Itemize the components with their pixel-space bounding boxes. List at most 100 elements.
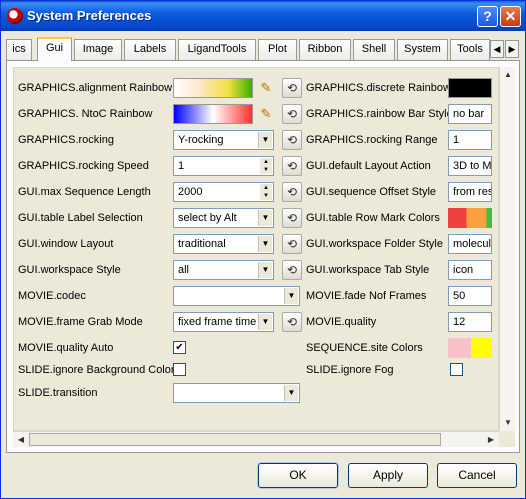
label-workspace-style: GUI.workspace Style — [18, 264, 121, 276]
chevron-down-icon[interactable]: ▼ — [258, 210, 272, 226]
spin-down-icon[interactable]: ▼ — [260, 192, 272, 200]
movie-codec-select[interactable]: ▼ — [173, 286, 300, 306]
tab-shell[interactable]: Shell — [353, 39, 395, 60]
label-movie-codec: MOVIE.codec — [18, 290, 86, 302]
label-rocking-range: GRAPHICS.rocking Range — [306, 134, 438, 146]
table-row-mark-colors-swatch[interactable] — [448, 208, 492, 228]
quality-auto-checkbox[interactable]: ✔ — [173, 341, 186, 354]
close-button[interactable]: ✕ — [500, 6, 521, 27]
chevron-down-icon[interactable]: ▼ — [284, 288, 298, 304]
horizontal-scroll-thumb[interactable] — [29, 433, 441, 446]
label-slide-transition: SLIDE.transition — [18, 387, 98, 399]
label-workspace-tab-style: GUI.workspace Tab Style — [306, 264, 430, 276]
label-ignore-background-color: SLIDE.ignore Background Color — [18, 364, 175, 376]
label-frame-grab-mode: MOVIE.frame Grab Mode — [18, 316, 143, 328]
default-layout-action-value: 3D to M — [453, 160, 492, 172]
chevron-down-icon[interactable]: ▼ — [258, 262, 272, 278]
help-button[interactable]: ? — [477, 6, 498, 27]
chevron-down-icon[interactable]: ▼ — [258, 314, 272, 330]
tab-strip: ics Gui Image Labels LigandTools Plot Ri… — [6, 37, 520, 61]
label-workspace-folder-style: GUI.workspace Folder Style — [306, 238, 443, 250]
scroll-up-icon[interactable]: ▲ — [500, 67, 516, 83]
site-colors-swatch[interactable] — [448, 338, 492, 358]
max-sequence-length-stepper[interactable]: 2000 ▲ ▼ — [173, 182, 274, 202]
movie-quality-value: 12 — [453, 316, 466, 328]
label-discrete-rainbow: GRAPHICS.discrete Rainbow — [306, 82, 451, 94]
cancel-button[interactable]: Cancel — [437, 463, 517, 488]
scroll-right-icon[interactable]: ▶ — [483, 432, 499, 448]
label-ignore-fog: SLIDE.ignore Fog — [306, 364, 394, 376]
reset-ntoc-rainbow-icon[interactable]: ⟲ — [282, 104, 302, 124]
reset-rocking-icon[interactable]: ⟲ — [282, 130, 302, 150]
workspace-tab-style-select[interactable]: icon — [448, 260, 492, 280]
fade-nof-frames-value: 50 — [453, 290, 466, 302]
chevron-down-icon[interactable]: ▼ — [258, 132, 272, 148]
tab-system[interactable]: System — [397, 39, 448, 60]
tab-graphics[interactable]: ics — [6, 39, 32, 60]
reset-frame-grab-mode-icon[interactable]: ⟲ — [282, 312, 302, 332]
max-sequence-length-value: 2000 — [178, 186, 203, 198]
edit-ntoc-rainbow-icon[interactable]: ✎ — [257, 105, 275, 123]
chevron-down-icon[interactable]: ▼ — [258, 236, 272, 252]
frame-grab-mode-select[interactable]: fixed frame time ▼ — [173, 312, 274, 332]
workspace-style-value: all — [178, 264, 190, 276]
reset-rocking-speed-icon[interactable]: ⟲ — [282, 156, 302, 176]
tab-scroll-right-icon[interactable]: ▶ — [505, 40, 519, 58]
tab-scroll-left-icon[interactable]: ◀ — [490, 40, 504, 58]
label-rocking-speed: GRAPHICS.rocking Speed — [18, 160, 149, 172]
sequence-offset-style-select[interactable]: from res — [448, 182, 492, 202]
table-label-selection-select[interactable]: select by Alt ▼ — [173, 208, 274, 228]
reset-window-layout-icon[interactable]: ⟲ — [282, 234, 302, 254]
spin-down-icon[interactable]: ▼ — [260, 166, 272, 174]
tab-ribbon[interactable]: Ribbon — [299, 39, 351, 60]
tab-gui[interactable]: Gui — [37, 37, 72, 61]
ignore-background-color-checkbox[interactable] — [173, 363, 186, 376]
spin-up-icon[interactable]: ▲ — [260, 184, 272, 192]
tab-ligandtools[interactable]: LigandTools — [178, 39, 256, 60]
alignment-rainbow-swatch[interactable] — [173, 78, 253, 98]
ntoc-rainbow-swatch[interactable] — [173, 104, 253, 124]
fade-nof-frames-stepper[interactable]: 50 — [448, 286, 492, 306]
vertical-scrollbar[interactable]: ▲ ▼ — [499, 67, 515, 431]
label-table-label-selection: GUI.table Label Selection — [18, 212, 143, 224]
workspace-folder-style-value: molecul — [453, 238, 491, 250]
edit-alignment-rainbow-icon[interactable]: ✎ — [257, 79, 275, 97]
tab-plot[interactable]: Plot — [258, 39, 297, 60]
workspace-folder-style-select[interactable]: molecul — [448, 234, 492, 254]
rocking-range-stepper[interactable]: 1 — [448, 130, 492, 150]
label-max-sequence-length: GUI.max Sequence Length — [18, 186, 151, 198]
rocking-speed-value: 1 — [178, 160, 185, 172]
spin-up-icon[interactable]: ▲ — [260, 158, 272, 166]
workspace-tab-style-value: icon — [453, 264, 474, 276]
label-site-colors: SEQUENCE.site Colors — [306, 342, 423, 354]
movie-quality-stepper[interactable]: 12 — [448, 312, 492, 332]
window-layout-value: traditional — [178, 238, 226, 250]
reset-max-sequence-length-icon[interactable]: ⟲ — [282, 182, 302, 202]
tab-image[interactable]: Image — [74, 39, 122, 60]
rocking-select[interactable]: Y-rocking ▼ — [173, 130, 274, 150]
reset-alignment-rainbow-icon[interactable]: ⟲ — [282, 78, 302, 98]
title-bar[interactable]: System Preferences ? ✕ — [1, 1, 525, 31]
ignore-fog-checkbox[interactable] — [450, 363, 463, 376]
default-layout-action-select[interactable]: 3D to M — [448, 156, 492, 176]
reset-workspace-style-icon[interactable]: ⟲ — [282, 260, 302, 280]
rainbow-bar-style-select[interactable]: no bar — [448, 104, 492, 124]
settings-area: GRAPHICS.alignment Rainbow ✎ GRAPHICS. N… — [13, 67, 499, 431]
window-layout-select[interactable]: traditional ▼ — [173, 234, 274, 254]
slide-transition-select[interactable]: ▼ — [173, 383, 300, 403]
tab-tools[interactable]: Tools — [450, 39, 490, 60]
discrete-rainbow-swatch[interactable] — [448, 78, 492, 98]
ok-button[interactable]: OK — [257, 462, 339, 489]
scroll-down-icon[interactable]: ▼ — [500, 415, 516, 431]
tab-labels[interactable]: Labels — [124, 39, 176, 60]
window-title: System Preferences — [27, 8, 152, 23]
chevron-down-icon[interactable]: ▼ — [284, 385, 298, 401]
reset-table-label-selection-icon[interactable]: ⟲ — [282, 208, 302, 228]
apply-button[interactable]: Apply — [348, 463, 428, 488]
scroll-left-icon[interactable]: ◀ — [13, 432, 29, 448]
label-quality-auto: MOVIE.quality Auto — [18, 342, 114, 354]
workspace-style-select[interactable]: all ▼ — [173, 260, 274, 280]
horizontal-scrollbar[interactable]: ◀ ▶ — [13, 431, 499, 447]
rocking-speed-stepper[interactable]: 1 ▲ ▼ — [173, 156, 274, 176]
label-rainbow-bar-style: GRAPHICS.rainbow Bar Style — [306, 108, 453, 120]
